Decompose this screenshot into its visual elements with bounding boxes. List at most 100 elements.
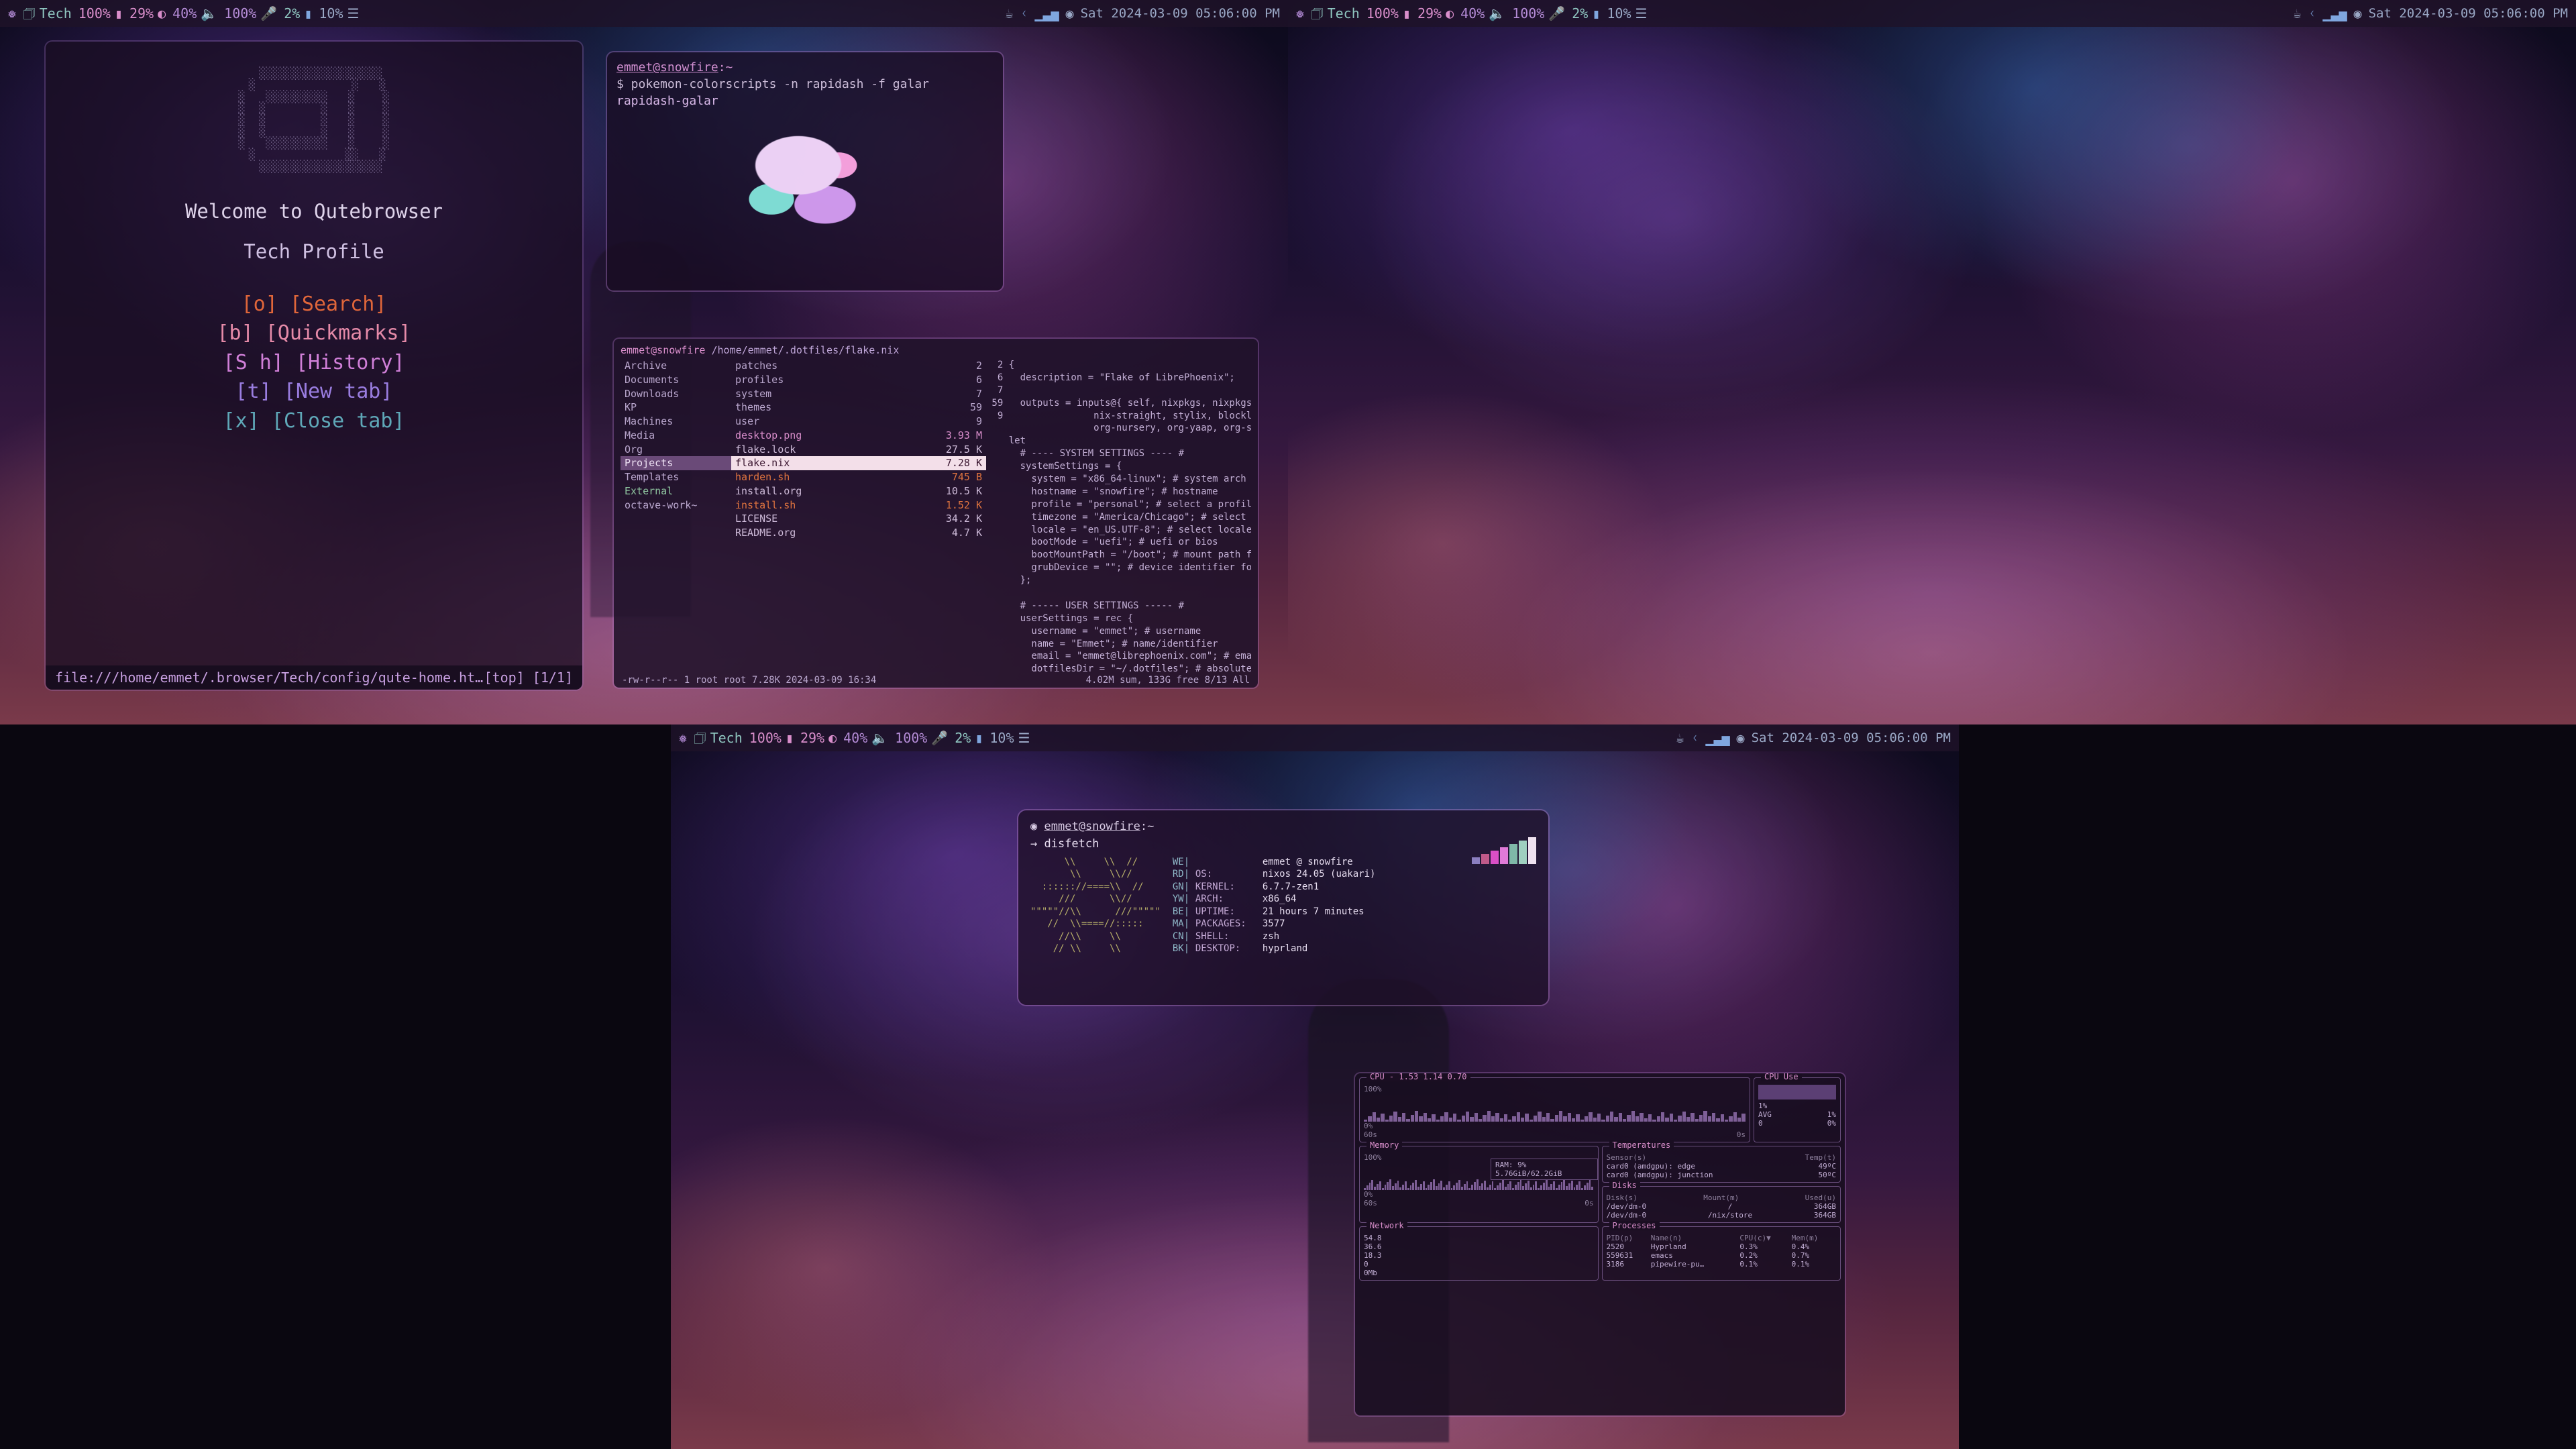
ranger-item[interactable]: Org (621, 443, 731, 457)
volume-indicator[interactable]: 40% 🔈 (843, 730, 888, 746)
microphone-indicator[interactable]: 100% 🎤 (895, 730, 948, 746)
process-cell: pipewire-pu… (1650, 1260, 1705, 1269)
ranger-item[interactable]: install.org 10.5 K (731, 484, 986, 498)
record-icon[interactable]: ◉ (1737, 731, 1745, 745)
ranger-item[interactable]: desktop.png 3.93 M (731, 429, 986, 443)
swatch-cell (1519, 841, 1527, 864)
battery-icon: ▮ (114, 5, 123, 21)
network-icon[interactable]: ▁▃▅ (2322, 7, 2347, 20)
ranger-item-name: KP (625, 401, 637, 414)
record-icon[interactable]: ◉ (2354, 7, 2362, 20)
ranger-item[interactable]: Media (621, 429, 731, 443)
btop-processes-table[interactable]: PID(p) Name(n) CPU(c)▼ Mem(m) 2520 Hyprland 0… (1607, 1234, 1837, 1269)
coffee-icon[interactable]: ☕ (2293, 7, 2301, 20)
network-icon[interactable]: ▁▃▅ (1705, 731, 1729, 745)
ranger-item[interactable]: README.org 4.7 K (731, 526, 986, 540)
battery-indicator[interactable]: 100% ▮ (749, 730, 794, 746)
workspace-indicator[interactable]: 🗇 Tech (694, 730, 743, 746)
volume-indicator[interactable]: 40% 🔈 (1460, 5, 1505, 21)
bluetooth-icon[interactable]: ᚲ (2308, 7, 2316, 20)
ranger-item[interactable]: Projects (621, 456, 731, 470)
graph-bar (1436, 1120, 1440, 1122)
process-column-header[interactable]: CPU(c)▼ (1739, 1234, 1791, 1242)
ranger-parent-column[interactable]: Archive Documents Downloads KP Machines Media… (621, 359, 731, 676)
qutebrowser-link-1[interactable]: [b] [Quickmarks] (46, 319, 582, 348)
qutebrowser-link-4[interactable]: [x] [Close tab] (46, 407, 582, 436)
ranger-item[interactable]: Documents (621, 373, 731, 387)
ranger-item[interactable]: user 9 (731, 415, 986, 429)
memory-indicator[interactable]: 10% ☰ (319, 5, 359, 21)
process-column-header[interactable]: Name(n) (1651, 1234, 1740, 1242)
ranger-item[interactable]: External (621, 484, 731, 498)
bluetooth-icon[interactable]: ᚲ (1690, 731, 1699, 745)
ranger-item[interactable]: system 7 (731, 387, 986, 401)
btop-disks-label: Disks (1609, 1181, 1640, 1190)
bluetooth-icon[interactable]: ᚲ (1020, 7, 1028, 20)
microphone-indicator[interactable]: 100% 🎤 (224, 5, 277, 21)
ranger-item[interactable]: install.sh 1.52 K (731, 498, 986, 513)
process-row[interactable]: 3186 pipewire-pu… 0.1% 0.1% (1607, 1260, 1837, 1269)
graph-bar (1504, 1186, 1507, 1190)
btop-window[interactable]: CPU - 1.53 1.14 0.70 100% 0% 60s 0s CPU … (1355, 1073, 1845, 1415)
nix-snowflake-icon[interactable]: ❅ (679, 731, 687, 745)
ranger-item[interactable]: Archive (621, 359, 731, 373)
qutebrowser-link-2[interactable]: [S h] [History] (46, 348, 582, 378)
disfetch-terminal-window[interactable]: ◉ emmet@snowfire:~ → disfetch \\ \\ // \… (1018, 810, 1548, 1005)
ranger-file-manager-window[interactable]: emmet@snowfire /home/emmet/.dotfiles/fla… (614, 339, 1258, 688)
memory-indicator[interactable]: 10% ☰ (1607, 5, 1647, 21)
ranger-item[interactable]: patches 2 (731, 359, 986, 373)
fetch-prompt-at: @ (1078, 820, 1085, 833)
qutebrowser-window[interactable]: ░░░░░░░░░░░░░░░░░░ ░ ░ ░ ░ ░░░░░░░░░ ░ ░… (46, 42, 582, 690)
graph-bar (1399, 1187, 1402, 1190)
fetch-row: BK| DESKTOP: hyprland (1173, 943, 1376, 955)
ranger-item-name: Downloads (625, 387, 680, 400)
ranger-item[interactable]: flake.lock 27.5 K (731, 443, 986, 457)
ranger-item[interactable]: harden.sh 745 B (731, 470, 986, 484)
ranger-item[interactable]: Templates (621, 470, 731, 484)
battery-indicator[interactable]: 100% ▮ (78, 5, 123, 21)
microphone-indicator[interactable]: 100% 🎤 (1512, 5, 1565, 21)
workspace-indicator[interactable]: 🗇 Tech (23, 5, 72, 21)
volume-indicator[interactable]: 40% 🔈 (172, 5, 217, 21)
record-icon[interactable]: ◉ (1066, 7, 1074, 20)
process-row[interactable]: 559631 emacs 0.2% 0.7% (1607, 1251, 1837, 1260)
fetch-row: YW| ARCH: x86_64 (1173, 893, 1376, 905)
ranger-item[interactable]: themes 59 (731, 400, 986, 415)
brightness-indicator[interactable]: 29% ◐ (800, 730, 837, 746)
speaker-icon: 🔈 (201, 5, 218, 21)
clock[interactable]: Sat 2024-03-09 05:06:00 PM (1752, 731, 1951, 745)
ranger-item[interactable]: octave-work~ (621, 498, 731, 513)
brightness-indicator[interactable]: 29% ◐ (129, 5, 166, 21)
workspace-indicator[interactable]: 🗇 Tech (1311, 5, 1360, 21)
process-column-header[interactable]: PID(p) (1607, 1234, 1651, 1242)
ranger-item-name: themes (735, 401, 772, 414)
nix-snowflake-icon[interactable]: ❅ (1296, 7, 1304, 20)
btop-processes-body[interactable]: 2520 Hyprland 0.3% 0.4% 559631 emacs 0.2% 0.7% 3… (1607, 1242, 1837, 1269)
network-icon[interactable]: ▁▃▅ (1034, 7, 1059, 20)
nix-snowflake-icon[interactable]: ❅ (8, 7, 16, 20)
brightness-indicator[interactable]: 29% ◐ (1417, 5, 1454, 21)
clock[interactable]: Sat 2024-03-09 05:06:00 PM (1081, 6, 1280, 21)
cpu-indicator[interactable]: 2% ▮ (284, 5, 312, 21)
ranger-item[interactable]: flake.nix 7.28 K (731, 456, 986, 470)
cpu-indicator[interactable]: 2% ▮ (1572, 5, 1600, 21)
pokemon-terminal-window[interactable]: emmet@snowfire:~ $ pokemon-colorscripts … (607, 52, 1003, 290)
process-column-header[interactable]: Mem(m) (1792, 1234, 1836, 1242)
ranger-item[interactable]: KP (621, 400, 731, 415)
cpu-indicator[interactable]: 2% ▮ (955, 730, 983, 746)
qutebrowser-link-3[interactable]: [t] [New tab] (46, 377, 582, 407)
memory-indicator[interactable]: 10% ☰ (989, 730, 1030, 746)
coffee-icon[interactable]: ☕ (1676, 731, 1684, 745)
process-cell: 0.4% (1791, 1242, 1810, 1251)
qutebrowser-link-0[interactable]: [o] [Search] (46, 290, 582, 319)
battery-indicator[interactable]: 100% ▮ (1366, 5, 1411, 21)
ranger-item[interactable]: profiles 6 (731, 373, 986, 387)
ranger-current-column[interactable]: patches 2 profiles 6 system 7 themes 59 user 9 des… (731, 359, 986, 676)
ranger-item[interactable]: LICENSE 34.2 K (731, 512, 986, 526)
process-row[interactable]: 2520 Hyprland 0.3% 0.4% (1607, 1242, 1837, 1251)
ranger-item[interactable]: Machines (621, 415, 731, 429)
ranger-item[interactable]: Downloads (621, 387, 731, 401)
clock[interactable]: Sat 2024-03-09 05:06:00 PM (2369, 6, 2568, 21)
graph-bar (1591, 1186, 1594, 1190)
coffee-icon[interactable]: ☕ (1005, 7, 1013, 20)
